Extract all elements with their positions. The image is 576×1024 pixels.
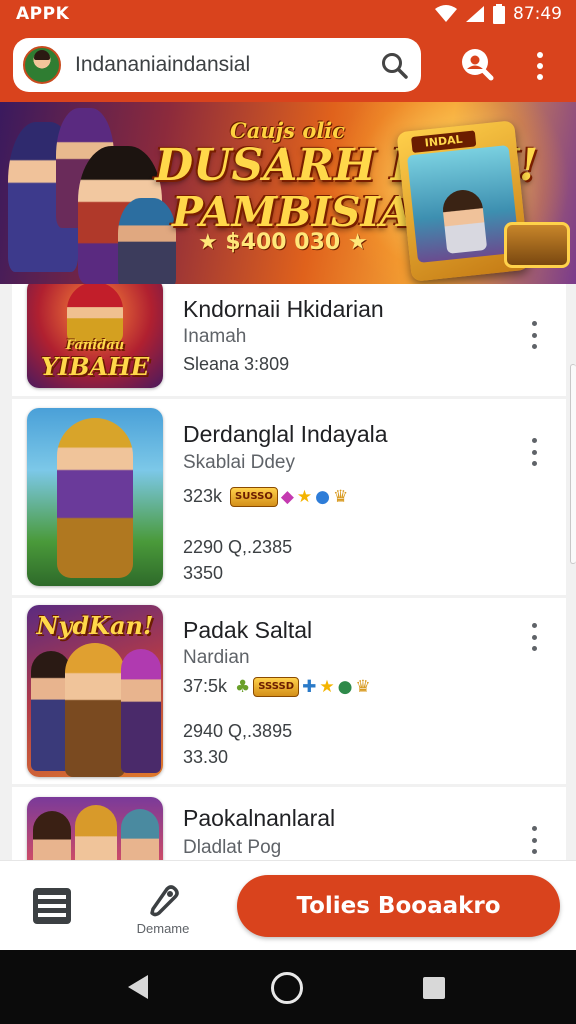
back-icon[interactable] (126, 974, 150, 1000)
item-title: Kndornaii Hkidarian (183, 296, 384, 322)
bottom-action-bar: Demame Tolies Booaakro (0, 860, 576, 950)
banner-hero-figure (118, 198, 176, 284)
list-item[interactable]: Derdanglal Indayala Skablai Ddey 323k SU… (12, 399, 566, 595)
gem-icon: ◆ (280, 486, 294, 507)
thumb-character (121, 649, 161, 773)
thumb-character (65, 643, 125, 777)
item-meta: 323k SUSSO ◆ ★ ● ♛ (183, 486, 348, 507)
wifi-icon (435, 5, 457, 22)
item-title: Derdanglal Indayala (183, 421, 388, 447)
banner-prize: ★ $400 030 ★ (198, 230, 368, 255)
item-more-icon[interactable] (524, 620, 544, 654)
status-time: 87:49 (513, 4, 562, 24)
item-downloads: 37:5k (183, 676, 228, 696)
primary-cta-button[interactable]: Tolies Booaakro (237, 875, 560, 937)
more-vert-icon[interactable] (526, 46, 554, 86)
item-stats: 2290 Q,.2385 (183, 537, 293, 557)
item-more-icon[interactable] (524, 435, 544, 469)
item-badge: SSSSD (253, 676, 300, 697)
item-title: Padak Saltal (183, 617, 313, 643)
thumb-character (121, 809, 159, 860)
search-bar[interactable]: Indananiaindansial (13, 38, 421, 92)
thumb-label: YIBAHE (40, 352, 150, 381)
item-badge: SUSSO (230, 486, 278, 507)
scroll-edge-indicator[interactable] (570, 364, 576, 564)
star-icon: ★ (296, 486, 313, 507)
coin-icon: ● (315, 486, 330, 507)
game-list: Fanidau YIBAHE Kndornaii Hkidarian Inama… (0, 284, 576, 860)
status-bar: APPK 87:49 (0, 0, 576, 28)
crown-icon: ♛ (333, 486, 349, 507)
star-icon: ★ (319, 676, 335, 697)
thumb-character (67, 284, 123, 344)
item-stats: 2940 Q,.3895 (183, 721, 293, 741)
battery-icon (493, 4, 505, 24)
item-badges: SUSSO ◆ ★ ● ♛ (230, 486, 349, 507)
puzzle-icon: ✚ (302, 676, 317, 697)
thumb-character (33, 811, 71, 860)
item-more-icon[interactable] (524, 823, 544, 857)
promo-banner[interactable]: Caujs olic DUSARH PIAN! PAMBISIAN ★ $400… (0, 102, 576, 284)
globe-icon: ● (337, 676, 353, 697)
item-stats: Sleana 3:809 (183, 354, 290, 374)
trophy-icon: ♣ (235, 676, 251, 697)
game-thumbnail[interactable]: NydKan! (27, 605, 163, 777)
item-stats-secondary: 33.30 (183, 747, 229, 767)
thumb-small-label: Fanidau (65, 338, 125, 353)
system-nav-bar (0, 950, 576, 1024)
item-subtitle: Dladlat Pog (183, 837, 282, 858)
recents-icon[interactable] (423, 977, 445, 999)
treasure-chest-icon (504, 222, 570, 268)
item-subtitle: Nardian (183, 647, 250, 668)
thumb-character (57, 418, 133, 578)
app-bar: Indananiaindansial (0, 28, 576, 102)
crown-icon: ♛ (355, 676, 371, 697)
game-thumbnail[interactable] (27, 408, 163, 586)
item-title: Paokalnanlaral (183, 805, 336, 831)
item-subtitle: Skablai Ddey (183, 452, 295, 473)
list-item[interactable]: Fanidau YIBAHE Kndornaii Hkidarian Inama… (12, 284, 566, 396)
search-input[interactable]: Indananiaindansial (75, 53, 379, 77)
thumb-label: NydKan! (36, 611, 154, 640)
tag-icon (150, 885, 179, 917)
list-item[interactable]: NydKan! Padak Saltal Nardian 37:5k ♣ SSS… (12, 598, 566, 784)
status-app-label: APPK (16, 4, 70, 24)
avatar[interactable] (23, 46, 61, 84)
tag-button[interactable]: Demame (128, 883, 198, 941)
item-badges: ♣ SSSSD ✚ ★ ● ♛ (235, 676, 371, 697)
item-stats-secondary: 3350 (183, 563, 224, 583)
tag-label: Demame (136, 921, 190, 936)
item-subtitle: Inamah (183, 326, 247, 347)
status-icons: 87:49 (435, 4, 562, 24)
account-search-icon[interactable] (456, 45, 496, 85)
game-thumbnail[interactable]: Fanidau YIBAHE (27, 284, 163, 388)
home-icon[interactable] (271, 972, 303, 1004)
list-item[interactable]: Paokalnanlaral Dladlat Pog (12, 787, 566, 860)
signal-icon (466, 6, 484, 22)
menu-icon[interactable] (32, 887, 72, 925)
thumb-character (75, 805, 117, 860)
item-meta: 37:5k ♣ SSSSD ✚ ★ ● ♛ (183, 676, 371, 697)
search-icon[interactable] (379, 50, 409, 80)
game-thumbnail[interactable] (27, 797, 163, 860)
item-downloads: 323k (183, 486, 223, 506)
item-more-icon[interactable] (524, 318, 544, 352)
